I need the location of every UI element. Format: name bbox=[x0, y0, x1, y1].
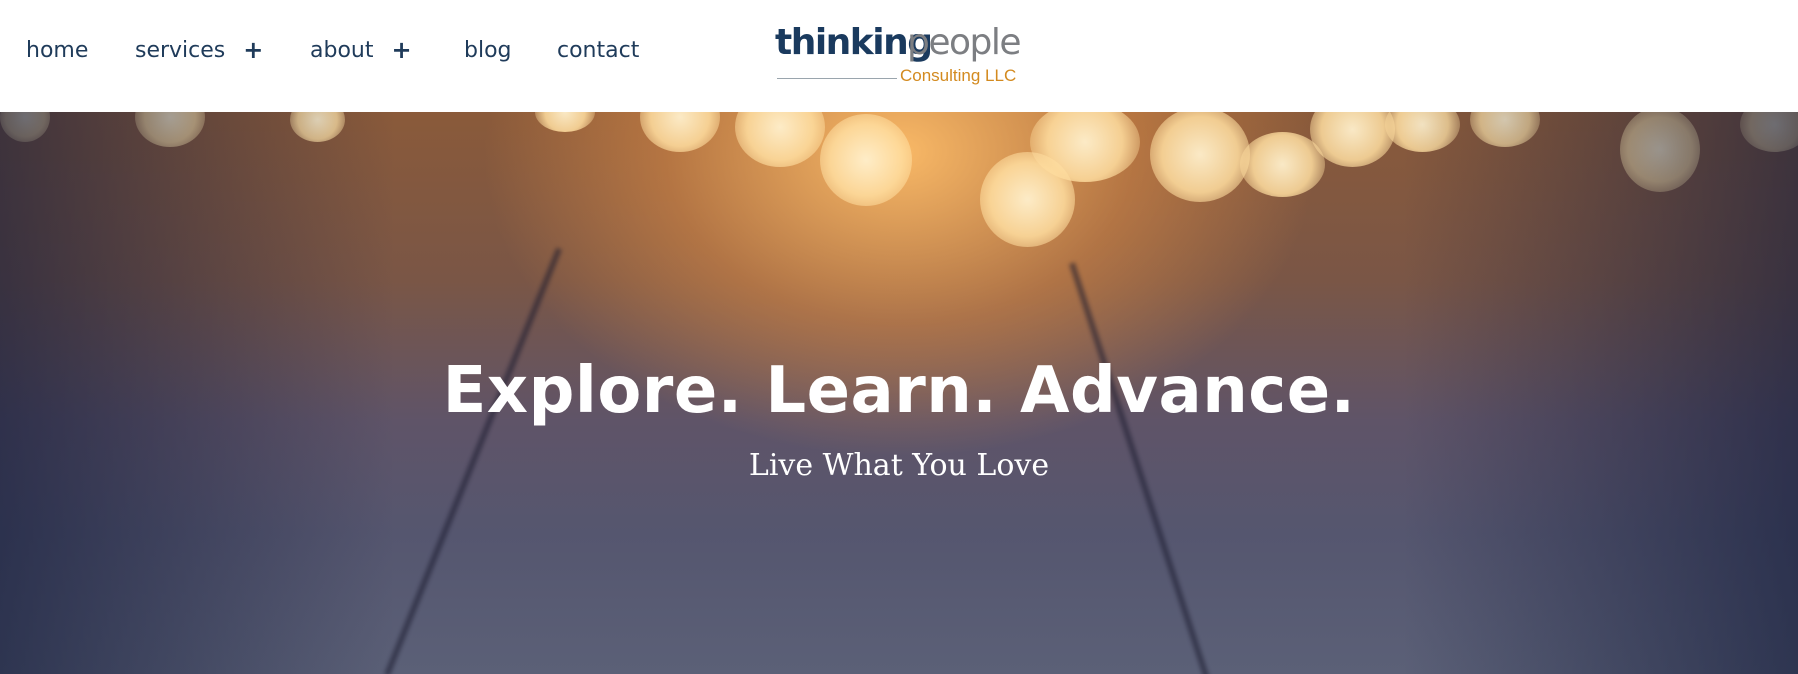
nav-services-link[interactable]: services + bbox=[135, 34, 263, 66]
site-header: home services + about + blog contact thi… bbox=[0, 0, 1798, 112]
nav-blog-label: blog bbox=[464, 37, 512, 63]
logo-word-secondary: people bbox=[907, 22, 1022, 63]
nav-blog-link[interactable]: blog bbox=[464, 34, 512, 66]
logo-tagline: Consulting LLC bbox=[900, 66, 1017, 85]
site-logo[interactable]: thinking people Consulting LLC bbox=[775, 22, 1025, 88]
nav-contact-label: contact bbox=[557, 37, 640, 63]
nav-contact-link[interactable]: contact bbox=[557, 34, 639, 66]
about-plus-icon[interactable]: + bbox=[391, 36, 411, 64]
nav-about-label: about bbox=[310, 37, 374, 63]
hero-banner: Explore. Learn. Advance. Live What You L… bbox=[0, 112, 1798, 674]
nav-services-label: services bbox=[135, 37, 226, 63]
hero-subtitle: Live What You Love bbox=[748, 448, 1050, 483]
nav-home-link[interactable]: home bbox=[26, 34, 88, 66]
hero-title: Explore. Learn. Advance. bbox=[442, 354, 1356, 428]
logo-divider bbox=[777, 78, 897, 79]
services-plus-icon[interactable]: + bbox=[243, 36, 263, 64]
nav-home-label: home bbox=[26, 37, 89, 63]
nav-about-link[interactable]: about + bbox=[310, 34, 412, 66]
